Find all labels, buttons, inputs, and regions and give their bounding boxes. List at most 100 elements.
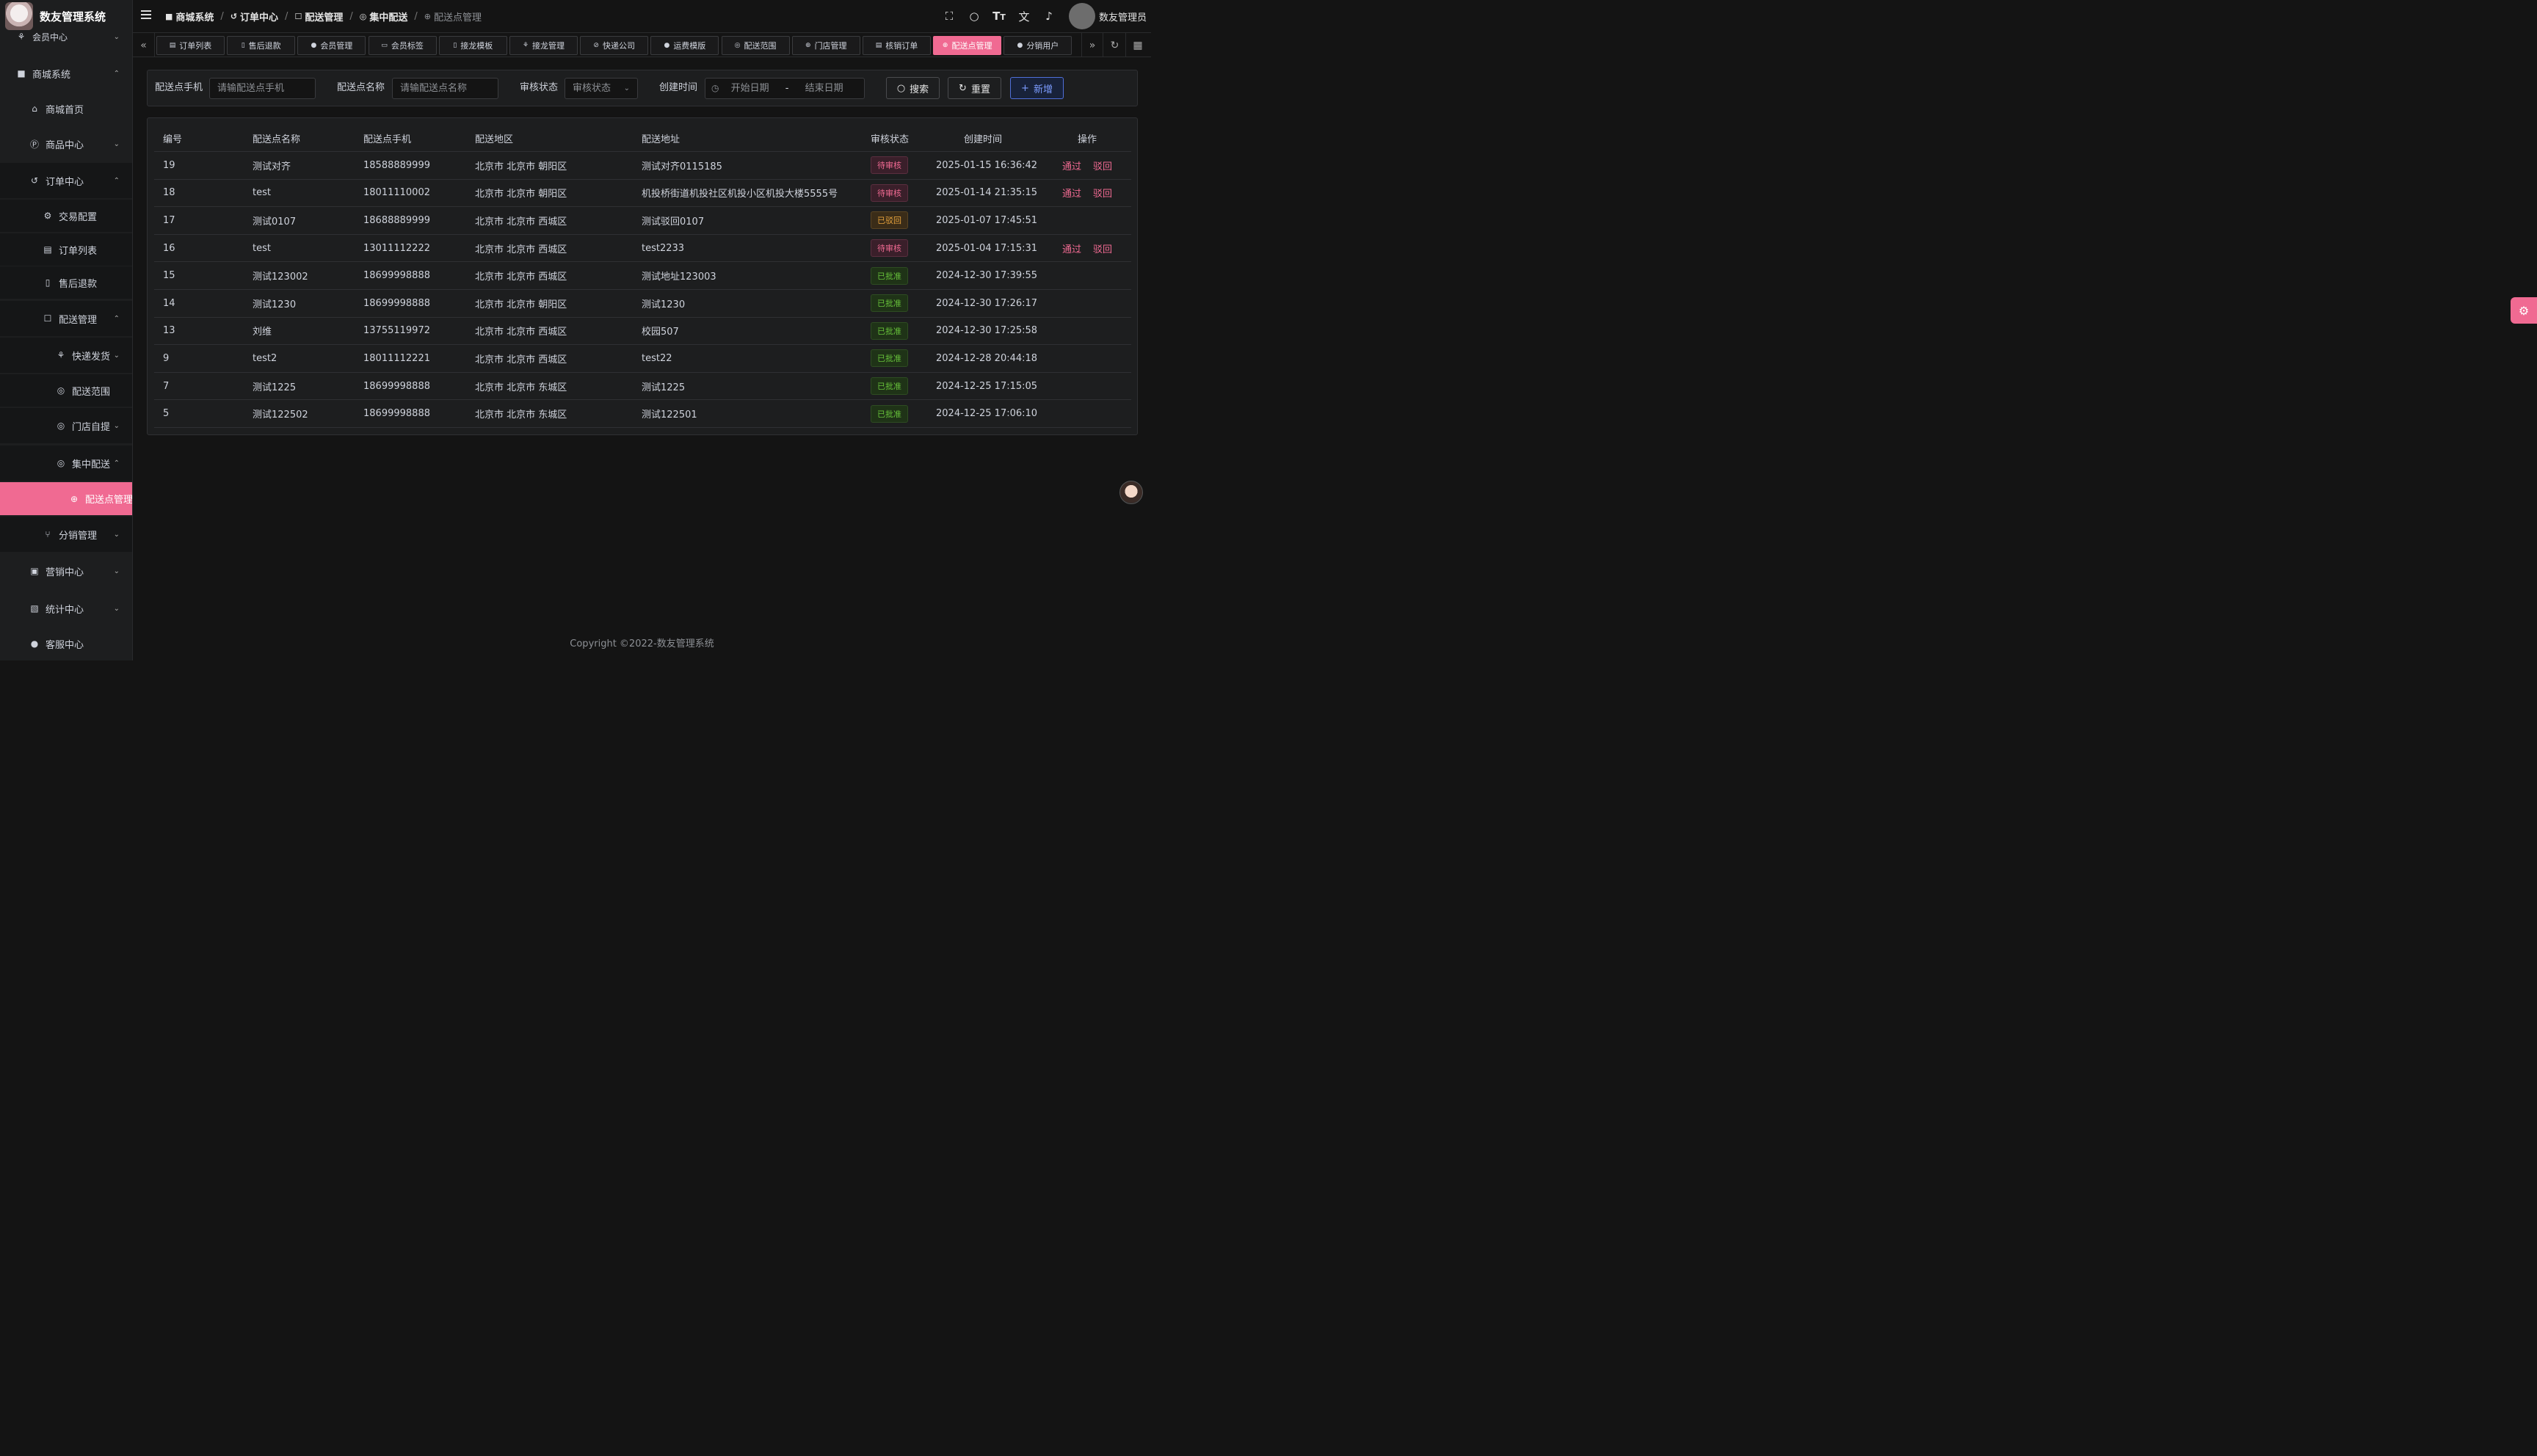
tab-label: 会员标签 [391,41,424,51]
sidebar-item[interactable]: ⌂ 商城首页 [0,92,132,125]
status-badge: 已批准 [871,349,908,368]
add-button[interactable]: + 新增 [1010,77,1064,99]
tabs-scroll-left-icon[interactable]: « [133,33,155,57]
reset-button[interactable]: ↻ 重置 [948,77,1001,99]
sidebar-item[interactable]: ⚘ 快递发货 ⌄ [0,338,132,373]
font-size-icon[interactable]: TT [987,10,1012,23]
reject-button[interactable]: 驳回 [1093,241,1112,255]
fullscreen-icon[interactable]: ⛶ [937,10,962,23]
assistant-avatar[interactable] [1119,481,1143,504]
tab-item[interactable]: ⚘ 接龙管理 [509,36,578,55]
cell-id: 5 [163,408,170,420]
cell-phone: 18588889999 [363,159,430,171]
tab-label: 会员管理 [320,41,353,51]
sidebar-item[interactable]: ⊕ 配送点管理 [0,482,133,515]
phone-input[interactable]: 请输配送点手机 [209,78,316,99]
sidebar-item-label: 商城系统 [32,69,71,81]
tab-item[interactable]: ● 会员管理 [297,36,366,55]
sidebar-item[interactable]: ■ 商城系统 ⌃ [0,56,132,91]
reject-button[interactable]: 驳回 [1093,186,1112,200]
table-row: 17 测试0107 18688889999 北京市 北京市 西城区 测试驳回0107 已驳… [154,207,1131,235]
sidebar-item[interactable]: ◎ 集中配送 ⌃ [0,445,132,481]
cell-phone: 18699998888 [363,270,430,282]
cell-address: 测试122501 [642,410,697,421]
settings-gear-icon[interactable]: ⚙ [2511,297,2537,324]
cell-created: 2025-01-07 17:45:51 [936,214,1038,226]
start-date-input[interactable]: 开始日期 [731,83,769,94]
approve-button[interactable]: 通过 [1062,186,1081,200]
data-table: 编号 配送点名称 配送点手机 配送地区 配送地址 审核状态 创建时间 操作 19… [147,117,1138,435]
tab-item[interactable]: ● 运费模版 [650,36,719,55]
status-select[interactable]: 审核状态 ⌄ [565,78,638,99]
tab-item[interactable]: ▤ 订单列表 [156,36,225,55]
breadcrumb-separator: / [414,10,418,22]
user-name[interactable]: 数友管理员 [1099,10,1147,23]
tab-label: 售后退款 [248,41,281,51]
footer-copyright: Copyright ©2022-数友管理系统 [570,638,714,649]
column-header-status: 审核状态 [871,134,910,145]
search-button[interactable]: ○ 搜索 [886,77,940,99]
table-row: 5 测试122502 18699998888 北京市 北京市 东城区 测试122501 已… [154,400,1131,428]
cell-created: 2024-12-30 17:26:17 [936,297,1038,309]
sidebar-item[interactable]: ◎ 门店自提 ⌄ [0,408,132,443]
tab-item[interactable]: ▯ 售后退款 [227,36,296,55]
breadcrumb-item[interactable]: ◎ 集中配送 [360,10,408,23]
tab-item[interactable]: ◎ 配送范围 [721,36,790,55]
column-header-address: 配送地址 [642,134,680,145]
logo-image [5,2,33,30]
tab-item[interactable]: ⊘ 快递公司 [580,36,649,55]
sidebar-item-label: 配送点管理 [85,495,133,506]
translate-icon[interactable]: 文 [1012,9,1037,24]
cell-created: 2024-12-28 20:44:18 [936,352,1038,364]
sidebar-item-label: 配送管理 [59,314,98,326]
tab-item[interactable]: ▤ 核销订单 [863,36,931,55]
cart-icon: ☐ [294,11,302,21]
sidebar-item[interactable]: ▤ 订单列表 [0,233,132,266]
tab-item[interactable]: ▭ 会员标签 [368,36,437,55]
tab-item[interactable]: ● 分销用户 [1003,36,1072,55]
cell-phone: 18699998888 [363,380,430,392]
breadcrumb-item[interactable]: ↺ 订单中心 [231,10,278,23]
date-range-picker[interactable]: ◷ 开始日期 - 结束日期 [705,78,865,99]
sidebar-item[interactable]: ⑂ 分销管理 ⌄ [0,517,132,552]
sidebar-item[interactable]: ⚙ 交易配置 [0,200,132,232]
refresh-icon[interactable]: ↻ [1104,33,1126,57]
sidebar-item-label: 售后退款 [59,278,98,290]
status-badge: 已批准 [871,377,908,396]
sidebar-item-member-center[interactable]: ⚘ 会员中心 ⌄ [0,29,132,44]
sidebar-item[interactable]: Ⓟ 商品中心 ⌄ [0,126,132,161]
sidebar-item[interactable]: ☐ 配送管理 ⌃ [0,301,132,336]
menu-toggle-icon[interactable] [141,10,151,19]
sidebar-item[interactable]: ● 客服中心 [0,627,132,660]
tab-item[interactable]: ⊕ 配送点管理 [933,36,1002,55]
breadcrumb-item[interactable]: ☐ 配送管理 [294,10,343,23]
name-input[interactable]: 请输配送点名称 [392,78,498,99]
time-label: 创建时间 [659,82,698,93]
reject-button[interactable]: 驳回 [1093,159,1112,172]
cell-name: test [253,242,271,254]
tab-item[interactable]: ▯ 接龙模板 [438,36,507,55]
tab-item[interactable]: ⊕ 门店管理 [791,36,860,55]
tabs-scroll-right-icon[interactable]: » [1081,33,1103,57]
cell-phone: 18011110002 [363,187,430,199]
chevron-down-icon: ⌄ [623,84,630,92]
chart-icon: ▧ [30,603,39,614]
tab-label: 配送点管理 [951,41,992,51]
approve-button[interactable]: 通过 [1062,159,1081,172]
breadcrumb-item[interactable]: ■ 商城系统 [165,10,214,23]
cell-id: 9 [163,352,170,364]
end-date-input[interactable]: 结束日期 [805,83,843,94]
grid-icon[interactable]: ▦ [1127,33,1149,57]
avatar[interactable] [1068,3,1095,29]
sidebar-item[interactable]: ◎ 配送范围 [0,374,132,407]
bell-icon[interactable]: ♪ [1037,10,1061,23]
cell-id: 18 [163,187,175,199]
approve-button[interactable]: 通过 [1062,241,1081,255]
sidebar-item[interactable]: ↺ 订单中心 ⌃ [0,163,132,198]
sidebar-item[interactable]: ▣ 营销中心 ⌄ [0,553,132,589]
status-badge: 已批准 [871,266,908,285]
cell-id: 17 [163,214,175,226]
sidebar-item[interactable]: ▧ 统计中心 ⌄ [0,591,132,626]
search-icon[interactable]: ○ [962,10,987,23]
sidebar-item[interactable]: ▯ 售后退款 [0,266,132,299]
